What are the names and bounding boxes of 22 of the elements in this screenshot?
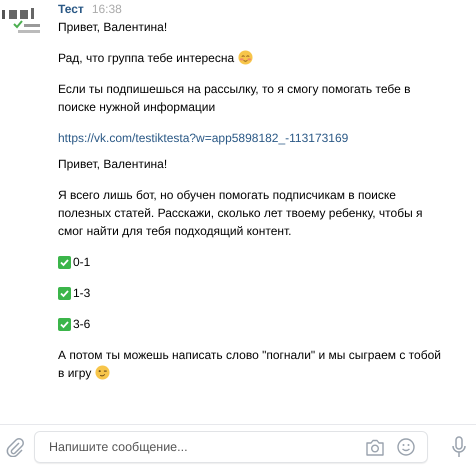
message-text: Привет, Валентина! xyxy=(58,156,168,173)
smiley-icon[interactable] xyxy=(397,438,415,456)
winking-smiley-icon xyxy=(95,365,110,380)
message-text: 3-6 xyxy=(73,316,90,333)
author-name[interactable]: Тест xyxy=(58,2,84,16)
paperclip-icon[interactable] xyxy=(6,437,24,457)
message-text: 0-1 xyxy=(73,254,90,271)
message-link[interactable]: https://vk.com/testiktesta?w=app5898182_-113173169 xyxy=(58,129,450,147)
microphone-icon[interactable] xyxy=(452,436,466,458)
message-text: Привет, Валентина! xyxy=(58,19,168,36)
message-text: Если ты подпишешься на рассылку, то я смогу помогать тебе в поиске нужной информации xyxy=(58,81,412,116)
message-field[interactable]: Напишите сообщение... xyxy=(34,431,428,463)
blushing-smiley-icon xyxy=(238,50,254,65)
camera-icon[interactable] xyxy=(365,438,385,456)
check-mark-icon xyxy=(58,318,71,330)
check-mark-icon xyxy=(58,256,71,268)
message-text: Рад, что группа тебе интересна xyxy=(58,49,450,67)
message-text: А потом ты можешь написать слово "погнали" и мы сыграем с тобой в игру xyxy=(58,347,442,382)
check-mark-icon xyxy=(58,286,71,300)
message-time: 16:38 xyxy=(92,2,122,16)
message-text: Я всего лишь бот, но обучен помогать подписчикам в поиске полезных статей. Расскажи, сколько лет твоему ребенку, чтобы я смог найти для тебя подходящий контент. xyxy=(58,187,424,240)
message-text: 1-3 xyxy=(73,285,90,302)
